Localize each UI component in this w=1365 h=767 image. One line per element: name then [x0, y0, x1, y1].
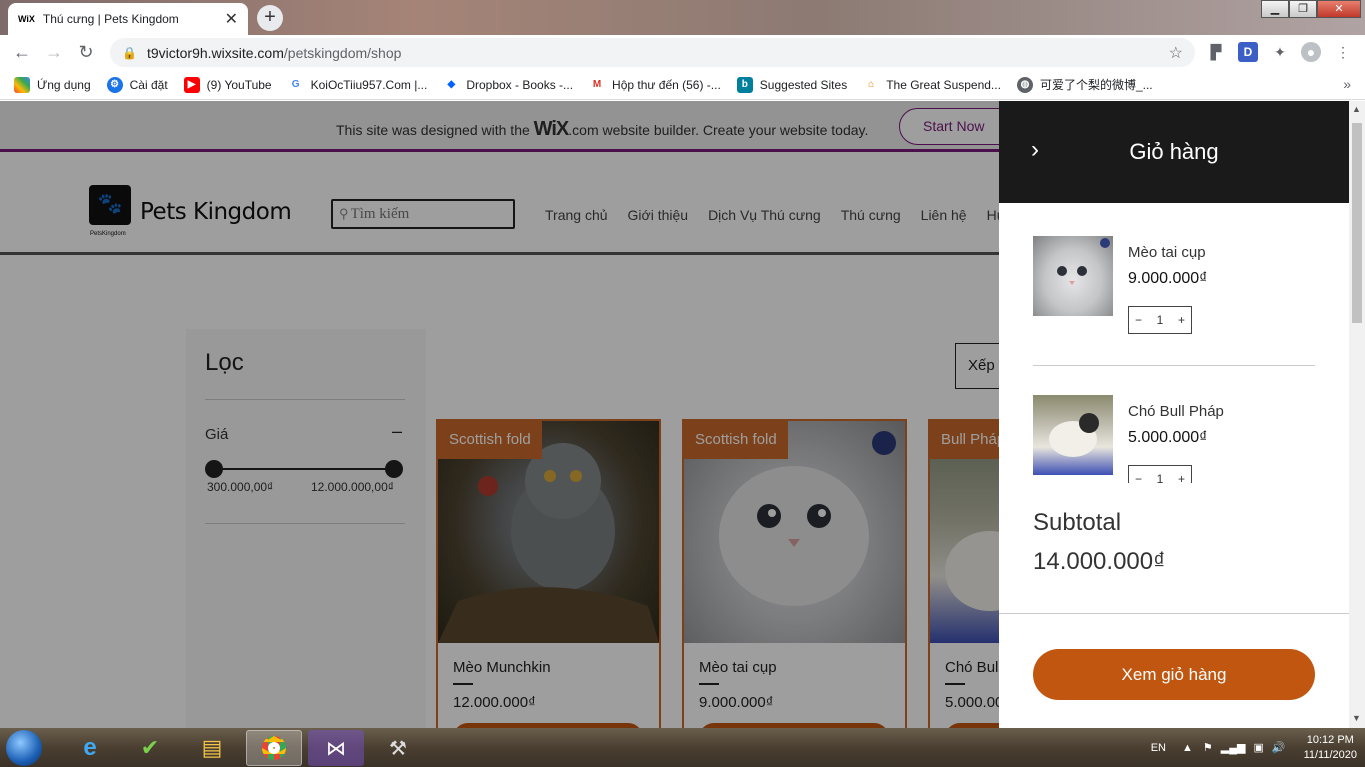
reload-icon[interactable]: ↻: [70, 42, 102, 63]
minimize-button[interactable]: ▁: [1261, 0, 1289, 18]
bookmarks-bar: Ứng dụng ⚙ Cài đặt ▶ (9) YouTube G KoiOcTii…: [0, 70, 1365, 100]
gear-icon: ⚙: [106, 76, 123, 93]
web-page: This site was designed with the WiX.com …: [0, 101, 1349, 728]
extensions-puzzle-icon[interactable]: ✦: [1270, 42, 1290, 62]
cart-item: Mèo tai cụp 9.000.000₫ − 1 +: [1033, 236, 1315, 336]
window-controls: ▁ ❐ ✕: [1261, 0, 1361, 18]
browser-toolbar: ← → ↻ 🔒 t9victor9h.wixsite.com/petskingd…: [0, 35, 1365, 70]
decrement-icon[interactable]: −: [1135, 313, 1142, 327]
profile-avatar-icon[interactable]: ●: [1301, 42, 1321, 62]
menu-kebab-icon[interactable]: ⋮: [1333, 42, 1353, 62]
google-icon: G: [287, 76, 304, 93]
cart-backdrop-overlay[interactable]: [0, 101, 999, 728]
chrome-taskbar-icon[interactable]: [246, 730, 302, 766]
apps-grid-icon: [14, 76, 30, 93]
close-window-button[interactable]: ✕: [1317, 0, 1361, 18]
visual-studio-icon[interactable]: ⋈: [308, 730, 364, 766]
wix-favicon-icon: WiX: [18, 14, 35, 24]
system-tray: EN ▲ ⚑ ▂▄▆ ▣ 🔊 10:12 PM 11/11/2020: [1151, 728, 1357, 767]
file-explorer-icon[interactable]: ▤: [184, 730, 240, 766]
bookmark-settings[interactable]: ⚙ Cài đặt: [106, 76, 168, 93]
cart-panel: › Giỏ hàng Mèo tai cụp 9.000.000₫ − 1 +: [999, 101, 1349, 728]
more-bookmarks-icon[interactable]: »: [1343, 76, 1351, 92]
browser-tab[interactable]: WiX Thú cưng | Pets Kingdom ✕: [8, 3, 248, 35]
view-cart-button[interactable]: Xem giỏ hàng: [1033, 649, 1315, 700]
forward-arrow-icon[interactable]: →: [38, 42, 70, 63]
scrollbar-thumb[interactable]: [1352, 123, 1362, 323]
cart-item-price: 5.000.000₫: [1128, 429, 1208, 446]
url-text: t9victor9h.wixsite.com/petskingdom/shop: [146, 44, 402, 61]
bookmark-suspender[interactable]: ⌂ The Great Suspend...: [863, 76, 1001, 93]
page-scrollbar[interactable]: ▲ ▼: [1349, 101, 1365, 728]
language-indicator[interactable]: EN: [1151, 742, 1166, 754]
bing-icon: b: [736, 76, 753, 93]
quantity-value[interactable]: 1: [1157, 313, 1164, 327]
cart-items-list: Mèo tai cụp 9.000.000₫ − 1 + Chó Bull Ph…: [999, 203, 1349, 483]
subtotal-label: Subtotal: [1033, 509, 1122, 536]
cart-item-name[interactable]: Chó Bull Pháp: [1128, 403, 1224, 420]
tab-title: Thú cưng | Pets Kingdom: [42, 12, 179, 26]
globe-icon: ◍: [1016, 76, 1033, 93]
dropbox-icon: ◆: [443, 76, 460, 93]
network-icon[interactable]: ▣: [1253, 741, 1263, 754]
subtotal-value: 14.000.000₫: [1033, 548, 1166, 575]
new-tab-button[interactable]: +: [257, 5, 283, 31]
cart-item: Chó Bull Pháp 5.000.000₫ − 1 +: [1033, 395, 1315, 483]
divider: [999, 613, 1349, 614]
bookmark-dropbox[interactable]: ◆ Dropbox - Books -...: [443, 76, 573, 93]
scroll-up-arrow-icon[interactable]: ▲: [1352, 104, 1361, 114]
signal-bars-icon[interactable]: ▂▄▆: [1221, 741, 1246, 754]
cart-title: Giỏ hàng: [1129, 139, 1219, 164]
divider: [1033, 365, 1315, 366]
bookmark-weibo[interactable]: ◍ 可爱了个梨的微博_...: [1016, 76, 1153, 93]
tools-icon[interactable]: ⚒: [370, 730, 426, 766]
suspender-icon: ⌂: [863, 76, 880, 93]
increment-icon[interactable]: +: [1178, 472, 1185, 483]
app-checkmark-icon[interactable]: ✔: [122, 730, 178, 766]
internet-explorer-icon[interactable]: e: [62, 730, 118, 766]
tray-expand-icon[interactable]: ▲: [1182, 742, 1193, 754]
scroll-down-arrow-icon[interactable]: ▼: [1352, 713, 1361, 723]
increment-icon[interactable]: +: [1178, 313, 1185, 327]
system-clock[interactable]: 10:12 PM 11/11/2020: [1304, 733, 1357, 763]
browser-title-bar: WiX Thú cưng | Pets Kingdom ✕ + ▁ ❐ ✕: [0, 0, 1365, 35]
maximize-button[interactable]: ❐: [1289, 0, 1317, 18]
bookmark-star-icon[interactable]: ☆: [1169, 43, 1183, 63]
action-center-flag-icon[interactable]: ⚑: [1203, 741, 1213, 754]
bookmark-apps[interactable]: Ứng dụng: [14, 76, 91, 93]
clock-time: 10:12 PM: [1306, 733, 1354, 746]
cart-item-thumbnail[interactable]: [1033, 236, 1113, 316]
quantity-stepper[interactable]: − 1 +: [1128, 465, 1192, 483]
bookmark-koi[interactable]: G KoiOcTiiu957.Com |...: [287, 76, 427, 93]
close-tab-icon[interactable]: ✕: [225, 9, 238, 29]
cart-item-name[interactable]: Mèo tai cụp: [1128, 244, 1206, 261]
cart-item-price: 9.000.000₫: [1128, 270, 1208, 287]
cart-header: › Giỏ hàng: [999, 101, 1349, 203]
bookmark-gmail[interactable]: M Hộp thư đến (56) -...: [589, 76, 721, 93]
windows-start-button[interactable]: [6, 730, 42, 766]
decrement-icon[interactable]: −: [1135, 472, 1142, 483]
back-arrow-icon[interactable]: ←: [6, 42, 38, 63]
youtube-icon: ▶: [183, 76, 200, 93]
bookmark-suggested[interactable]: b Suggested Sites: [736, 76, 847, 93]
address-bar[interactable]: 🔒 t9victor9h.wixsite.com/petskingdom/sho…: [110, 38, 1195, 67]
quantity-value[interactable]: 1: [1157, 472, 1164, 483]
quantity-stepper[interactable]: − 1 +: [1128, 306, 1192, 334]
cart-item-thumbnail[interactable]: [1033, 395, 1113, 475]
gmail-icon: M: [589, 76, 606, 93]
windows-taskbar: e ✔ ▤ ⋈ ⚒ EN ▲ ⚑ ▂▄▆ ▣ 🔊 10:12 PM 11/11/…: [0, 728, 1365, 767]
extension-d-icon[interactable]: D: [1238, 42, 1258, 62]
clock-date: 11/11/2020: [1303, 748, 1357, 761]
extension-flag-icon[interactable]: ▛: [1206, 42, 1226, 62]
bookmark-youtube[interactable]: ▶ (9) YouTube: [183, 76, 272, 93]
speaker-icon[interactable]: 🔊: [1272, 741, 1286, 754]
lock-icon: 🔒: [122, 45, 137, 60]
